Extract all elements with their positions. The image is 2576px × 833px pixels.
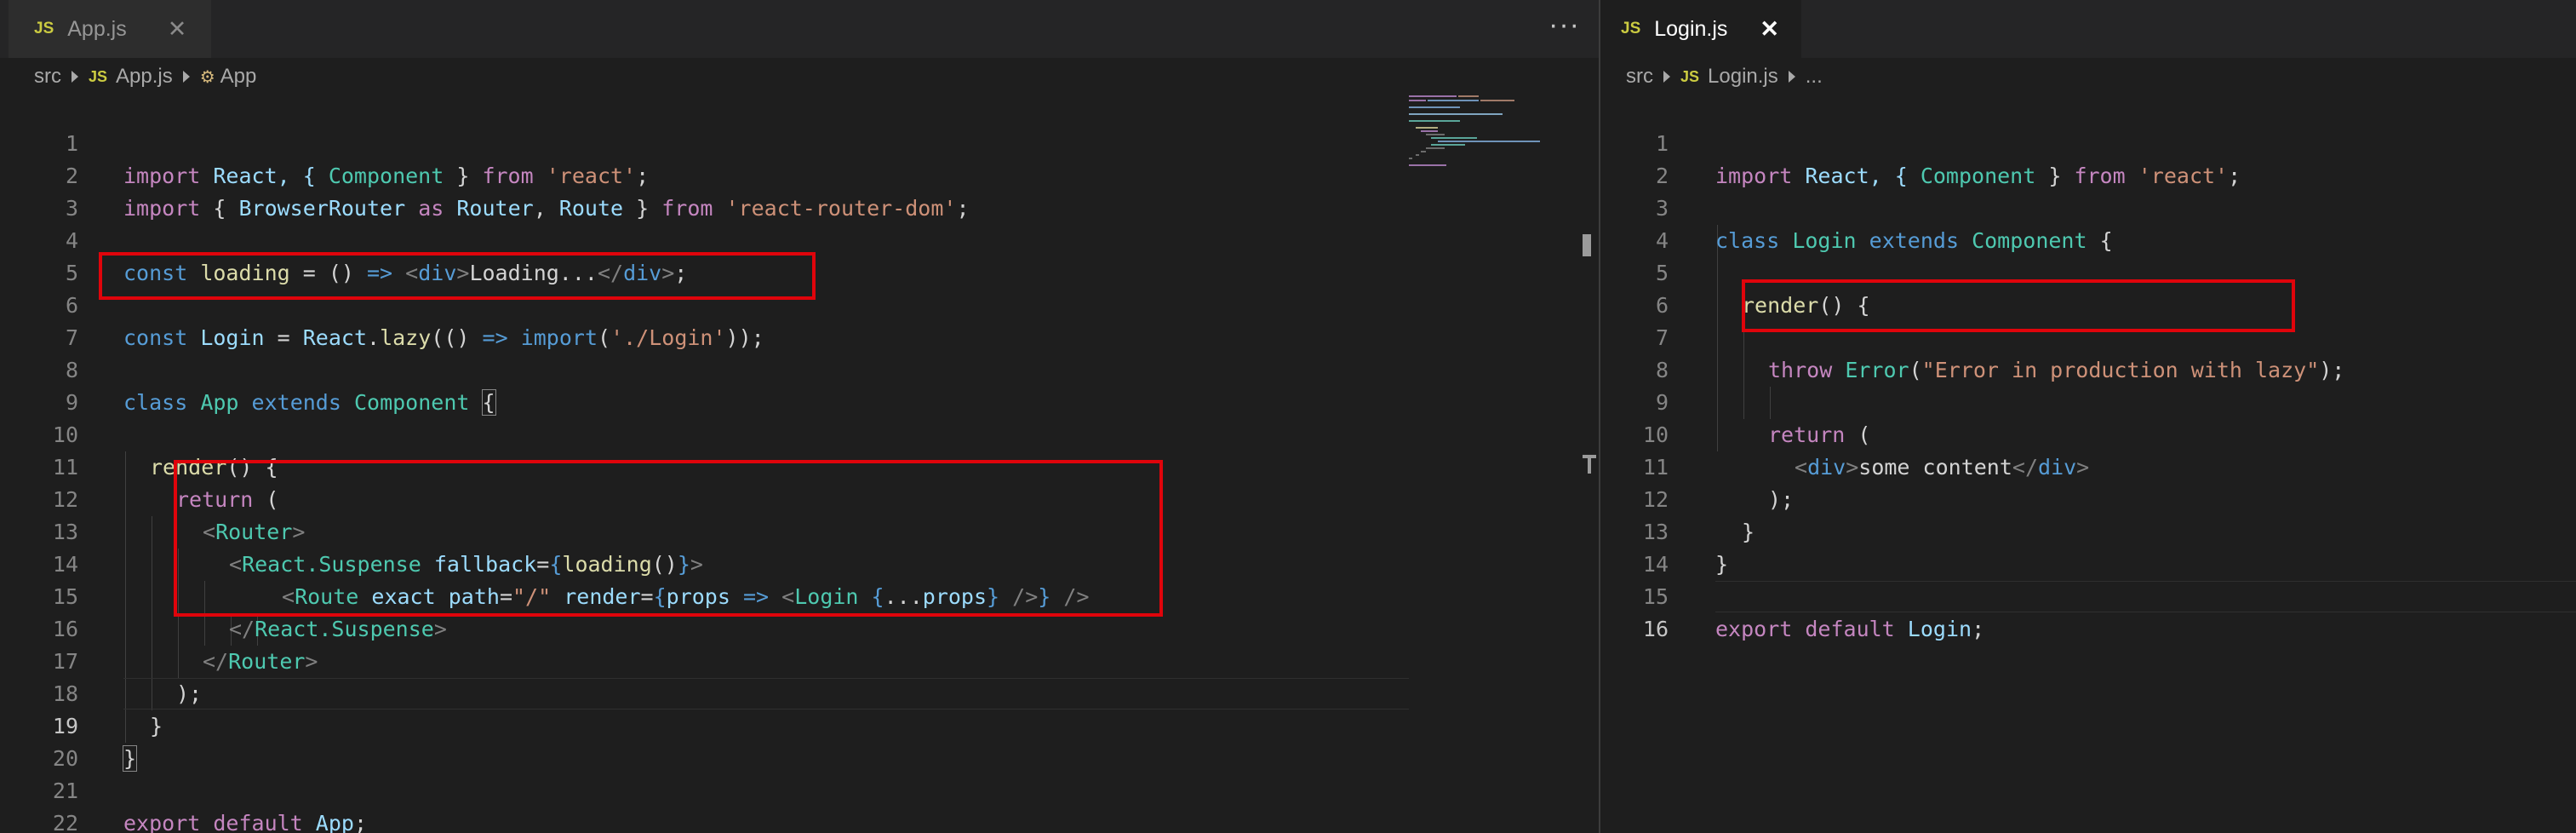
code-line-current: 19 } (0, 678, 1599, 772)
breadcrumb: src JS Login.js ... (1600, 58, 2576, 95)
highlight-box-lazy-import (99, 252, 816, 300)
code-line: 10 render() { (0, 387, 1599, 480)
scrollbar-marker (1588, 455, 1591, 474)
code-line: 9 (0, 354, 1599, 415)
code-line: 10 <div>some content</div> (1600, 387, 2576, 480)
method-icon: ⚙ (199, 67, 215, 87)
line-number: 22 (52, 811, 78, 833)
js-file-icon: JS (1621, 20, 1641, 37)
tab-label: App.js (67, 16, 127, 41)
code-line: 14 (1600, 516, 2576, 577)
breadcrumb: src JS App.js ⚙ App (0, 58, 1599, 95)
line-number: 16 (1642, 617, 1669, 641)
breadcrumb-symbol[interactable]: ... (1806, 65, 1823, 89)
code-line: 13 } (1600, 484, 2576, 577)
code-line: 21 export default App; (0, 743, 1599, 833)
code-line: 4 (1600, 192, 2576, 253)
code-line: 17 ); (0, 613, 1599, 706)
code-text: export default App; (123, 811, 368, 833)
chevron-right-icon (1788, 71, 1795, 83)
code-line: 5 render() { (1600, 225, 2576, 318)
breadcrumb-file[interactable]: App.js (116, 65, 173, 89)
highlight-box-throw-error (1742, 279, 2295, 332)
code-line: 18 } (0, 646, 1599, 738)
code-line: 11 return ( (0, 419, 1599, 512)
editor-group-right: JS Login.js ✕ src JS Login.js ... 1 impo… (1600, 0, 2576, 833)
code-line: 4 const loading = () => <div>Loading...<… (0, 192, 1599, 285)
minimap[interactable] (1409, 95, 1545, 189)
code-line: 3 (0, 160, 1599, 221)
scrollbar-thumb[interactable] (1583, 234, 1591, 256)
close-icon[interactable]: ✕ (168, 16, 187, 43)
code-line: 2 import { BrowserRouter as Router, Rout… (0, 128, 1599, 221)
tab-login-js[interactable]: JS Login.js ✕ (1600, 0, 1801, 58)
chevron-right-icon (182, 71, 190, 83)
current-line-border (1715, 581, 2576, 582)
code-line: 3 class Login extends Component { (1600, 160, 2576, 253)
code-text: export default Login; (1715, 617, 1985, 641)
js-file-icon: JS (34, 20, 54, 37)
js-file-icon: JS (89, 67, 108, 85)
tab-bar: JS Login.js ✕ (1600, 0, 2576, 58)
code-line: 8 class App extends Component { (0, 322, 1599, 416)
close-icon[interactable]: ✕ (1760, 16, 1779, 43)
code-editor[interactable]: 1 import React, { Component } from 'reac… (0, 95, 1599, 833)
code-line: 2 (1600, 128, 2576, 188)
code-line-current: 16 (1600, 581, 2576, 641)
code-line: 15 export default Login; (1600, 549, 2576, 641)
current-line-border (123, 678, 1409, 679)
code-line: 1 import React, { Component } from 'reac… (0, 95, 1599, 188)
editor-group-left: JS App.js ✕ ··· src JS App.js ⚙ App 1 im… (0, 0, 1599, 833)
js-file-icon: JS (1680, 67, 1700, 85)
breadcrumb-file[interactable]: Login.js (1708, 65, 1778, 89)
code-line: 12 } (1600, 451, 2576, 544)
breadcrumb-folder[interactable]: src (1626, 65, 1653, 89)
breadcrumb-folder[interactable]: src (34, 65, 61, 89)
tab-bar: JS App.js ✕ ··· (0, 0, 1599, 58)
highlight-box-suspense (174, 460, 1163, 617)
code-line: 9 return ( (1600, 354, 2576, 447)
breadcrumb-symbol[interactable]: App (220, 65, 257, 89)
more-actions-icon[interactable]: ··· (1548, 9, 1580, 42)
tab-app-js[interactable]: JS App.js ✕ (9, 0, 211, 58)
tab-label: Login.js (1654, 16, 1728, 41)
code-line: 22 (0, 775, 1599, 833)
code-line: 11 ); (1600, 419, 2576, 512)
chevron-right-icon (72, 71, 78, 83)
code-line: 1 import React, { Component } from 'reac… (1600, 95, 2576, 188)
code-line: 20 (0, 710, 1599, 771)
chevron-right-icon (1663, 71, 1670, 83)
code-editor[interactable]: 1 import React, { Component } from 'reac… (1600, 95, 2576, 641)
